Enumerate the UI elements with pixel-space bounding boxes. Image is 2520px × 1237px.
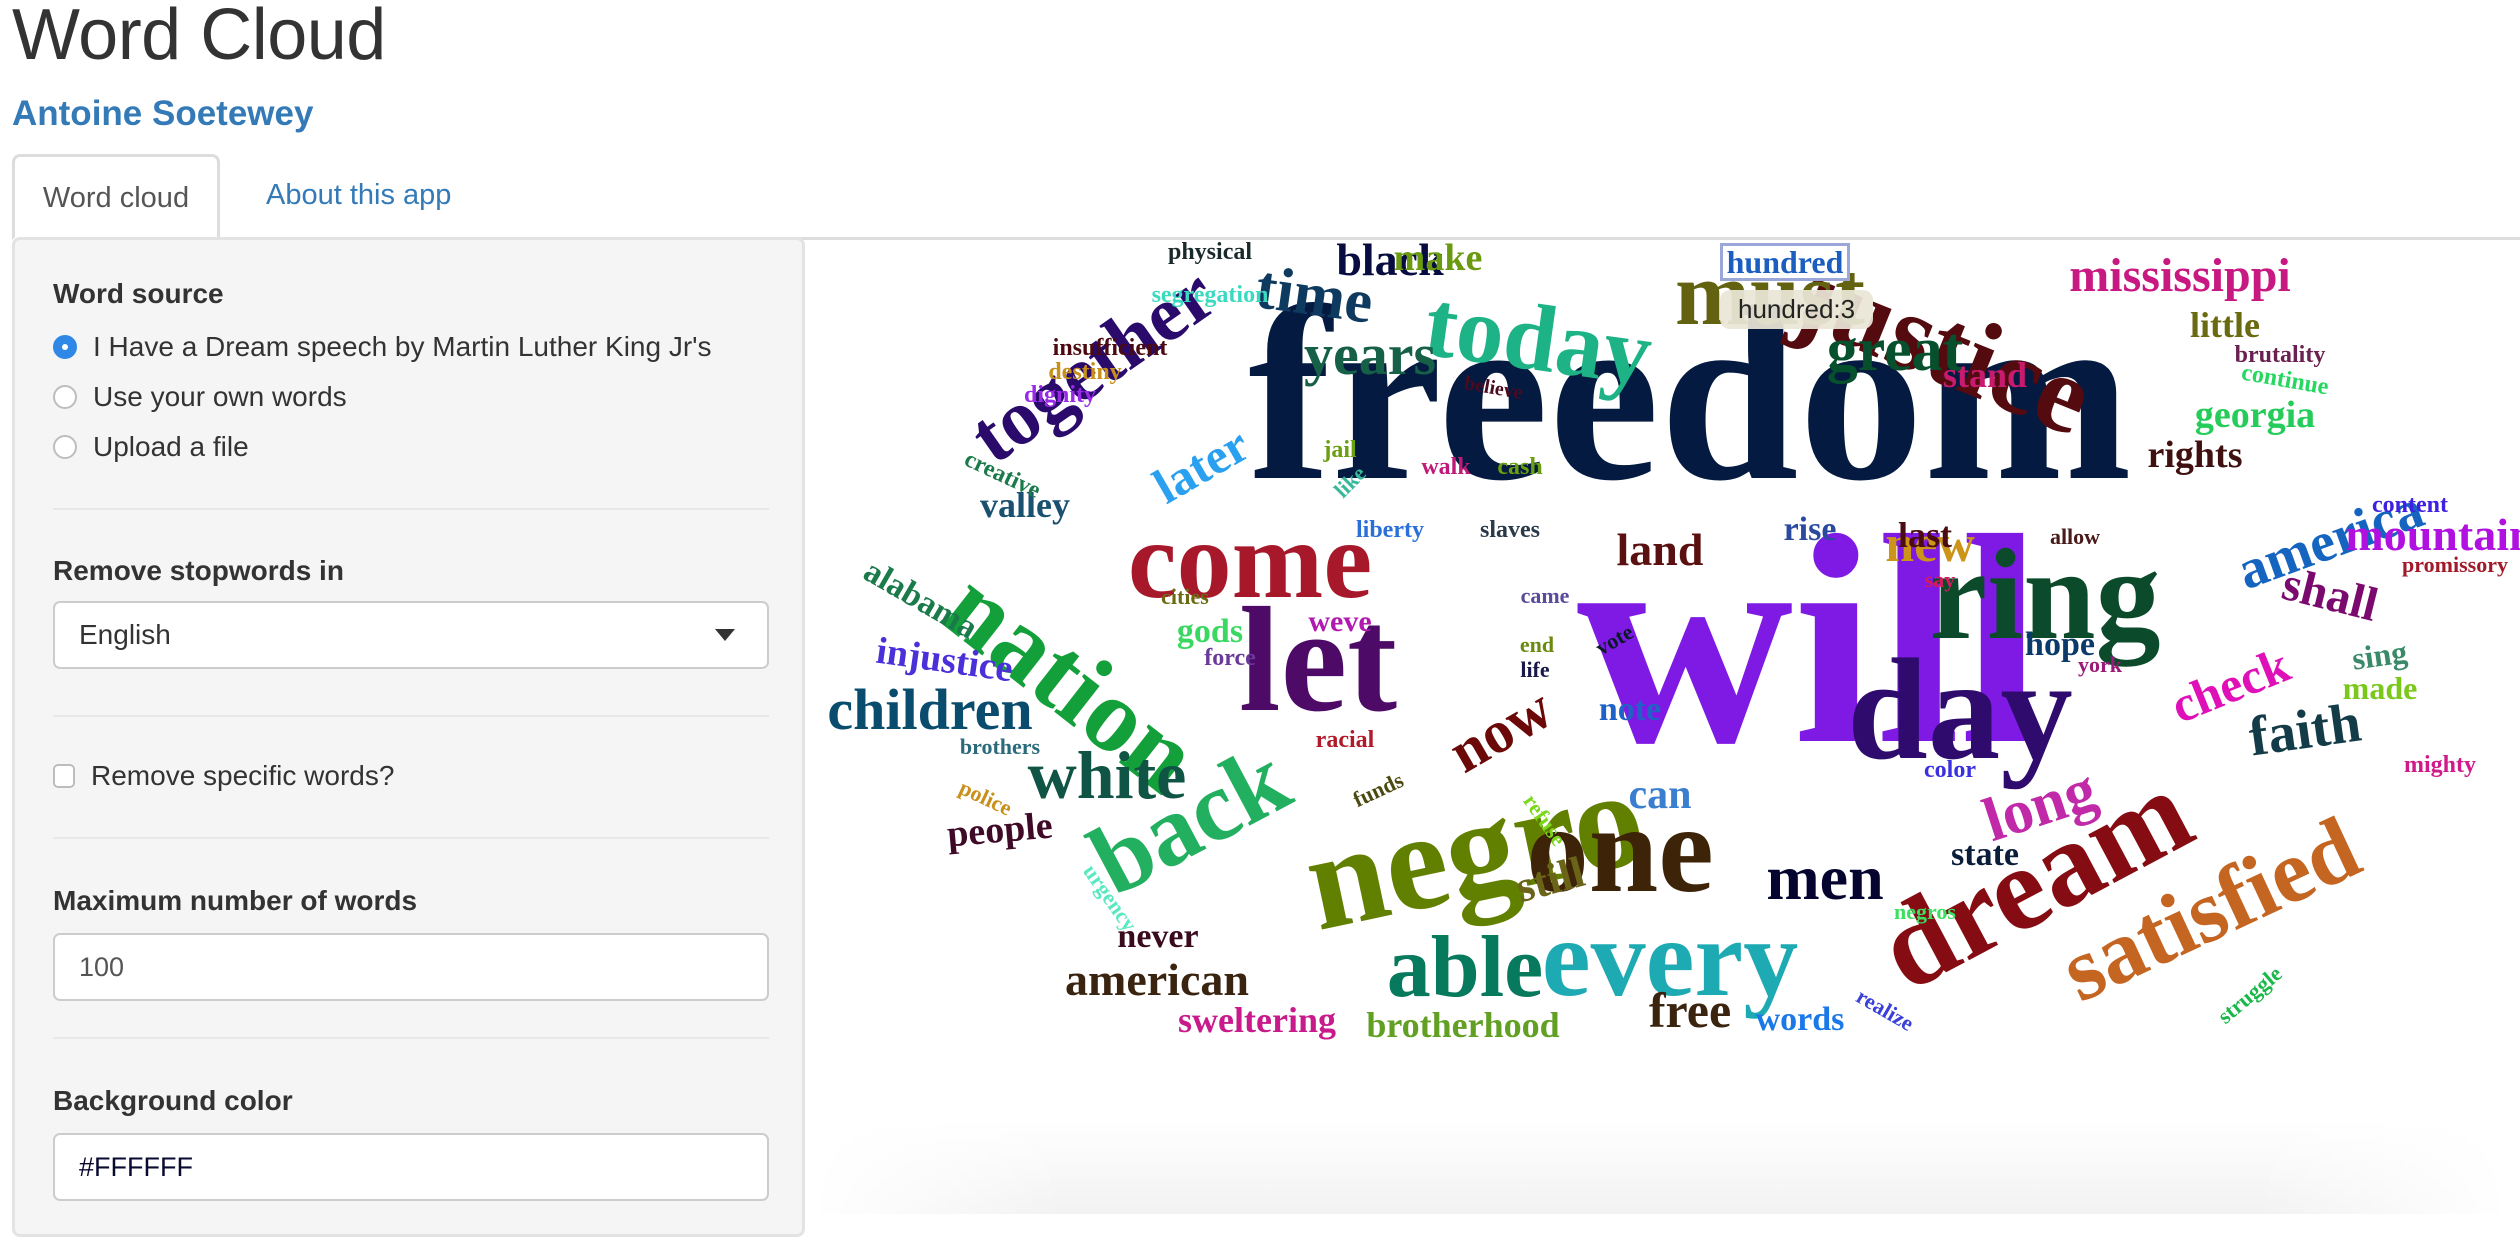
word-liberty[interactable]: liberty (1356, 518, 1424, 542)
stopwords-label: Remove stopwords in (53, 555, 344, 586)
word-hundred[interactable]: hundred (1719, 243, 1851, 281)
word-rights[interactable]: rights (2148, 436, 2243, 474)
word-american[interactable]: american (1065, 957, 1249, 1003)
tab-word-cloud[interactable]: Word cloud (12, 154, 220, 240)
radio-option-upload-file[interactable]: Upload a file (53, 429, 249, 465)
word-dignity[interactable]: dignity (1024, 383, 1096, 407)
word-sweltering[interactable]: sweltering (1178, 1002, 1336, 1038)
word-shall[interactable]: shall (2277, 557, 2383, 632)
word-brotherhood[interactable]: brotherhood (1366, 1007, 1559, 1043)
radio-option-own-words[interactable]: Use your own words (53, 379, 347, 415)
word-little[interactable]: little (2190, 307, 2260, 343)
word-cash[interactable]: cash (1497, 455, 1542, 479)
word-physical[interactable]: physical (1168, 240, 1252, 264)
divider (53, 837, 769, 839)
radio-label: I Have a Dream speech by Martin Luther K… (93, 331, 712, 362)
radio-option-dream-speech[interactable]: I Have a Dream speech by Martin Luther K… (53, 329, 712, 365)
word-cities[interactable]: cities (1161, 586, 1209, 608)
word-state[interactable]: state (1951, 838, 2019, 872)
tab-about-this-app[interactable]: About this app (234, 154, 483, 237)
word-destiny[interactable]: destiny (1048, 360, 1121, 384)
word-stand[interactable]: stand (1943, 357, 2027, 393)
word-gods[interactable]: gods (1177, 615, 1243, 649)
max-words-label: Maximum number of words (53, 885, 418, 916)
word-land[interactable]: land (1617, 527, 1704, 573)
divider (53, 508, 769, 510)
word-promissory[interactable]: promissory (2402, 554, 2508, 576)
word-weve[interactable]: weve (1308, 607, 1371, 637)
radio-label: Use your own words (93, 381, 347, 412)
word-free[interactable]: free (1649, 985, 1731, 1035)
stopwords-language-select[interactable]: English (53, 601, 769, 669)
word-color[interactable]: color (1924, 758, 1976, 782)
remove-specific-words-checkbox-row[interactable]: Remove specific words? (53, 760, 394, 792)
word-segregation[interactable]: segregation (1152, 283, 1269, 307)
word-can[interactable]: can (1629, 774, 1692, 816)
page-title: Word Cloud (12, 0, 386, 75)
radio-button[interactable] (53, 385, 77, 409)
word-men[interactable]: men (1766, 846, 1883, 910)
word-insufficient[interactable]: insufficient (1053, 336, 1168, 360)
word-georgia[interactable]: georgia (2195, 396, 2315, 434)
word-made[interactable]: made (2343, 672, 2418, 704)
background-color-label: Background color (53, 1085, 293, 1116)
word-later[interactable]: later (1144, 416, 1259, 514)
word-york[interactable]: york (2078, 654, 2122, 676)
radio-button-checked[interactable] (53, 335, 77, 359)
chevron-down-icon (715, 629, 735, 641)
word-tooltip: hundred:3 (1720, 290, 1874, 329)
word-life[interactable]: life (1520, 659, 1549, 681)
word-say[interactable]: say (1925, 569, 1956, 591)
word-note[interactable]: note (1599, 693, 1661, 727)
radio-button[interactable] (53, 435, 77, 459)
word-white[interactable]: white (1028, 741, 1187, 809)
divider (53, 1037, 769, 1039)
word-end[interactable]: end (1520, 634, 1554, 656)
word-years[interactable]: years (1304, 326, 1436, 384)
max-words-input[interactable] (53, 933, 769, 1001)
word-cloud-canvas: will freedom ring day dream negro one let every j… (810, 240, 2520, 1214)
word-last[interactable]: last (1898, 517, 1952, 553)
word-allow[interactable]: allow (2050, 526, 2100, 548)
word-rise[interactable]: rise (1784, 513, 1837, 547)
word-make[interactable]: make (1394, 240, 1483, 277)
word-force[interactable]: force (1204, 646, 1256, 670)
radio-label: Upload a file (93, 431, 249, 462)
word-mississippi[interactable]: mississippi (2069, 252, 2290, 300)
word-able[interactable]: able (1387, 924, 1543, 1012)
word-content[interactable]: content (2372, 493, 2448, 517)
remove-specific-words-checkbox[interactable] (53, 764, 75, 788)
select-value: English (79, 619, 171, 650)
divider (53, 715, 769, 717)
background-color-input[interactable] (53, 1133, 769, 1201)
word-came[interactable]: came (1521, 585, 1570, 607)
word-slaves[interactable]: slaves (1480, 518, 1540, 542)
sidebar-panel: Word source I Have a Dream speech by Mar… (12, 237, 805, 1237)
word-negros[interactable]: negros (1894, 901, 1956, 923)
word-struggle[interactable]: struggle (2213, 961, 2287, 1029)
word-children[interactable]: children (827, 681, 1032, 739)
word-brothers[interactable]: brothers (960, 736, 1040, 758)
word-source-label: Word source (53, 278, 224, 309)
tab-bar: Word cloud About this app (12, 154, 2520, 240)
word-sing[interactable]: sing (2350, 633, 2410, 676)
word-jail[interactable]: jail (1323, 438, 1356, 462)
word-walk[interactable]: walk (1421, 455, 1470, 479)
word-words[interactable]: words (1756, 1003, 1845, 1037)
checkbox-label: Remove specific words? (91, 760, 395, 791)
word-mighty[interactable]: mighty (2404, 753, 2476, 777)
word-racial[interactable]: racial (1316, 728, 1375, 752)
author-link[interactable]: Antoine Soetewey (12, 94, 313, 134)
